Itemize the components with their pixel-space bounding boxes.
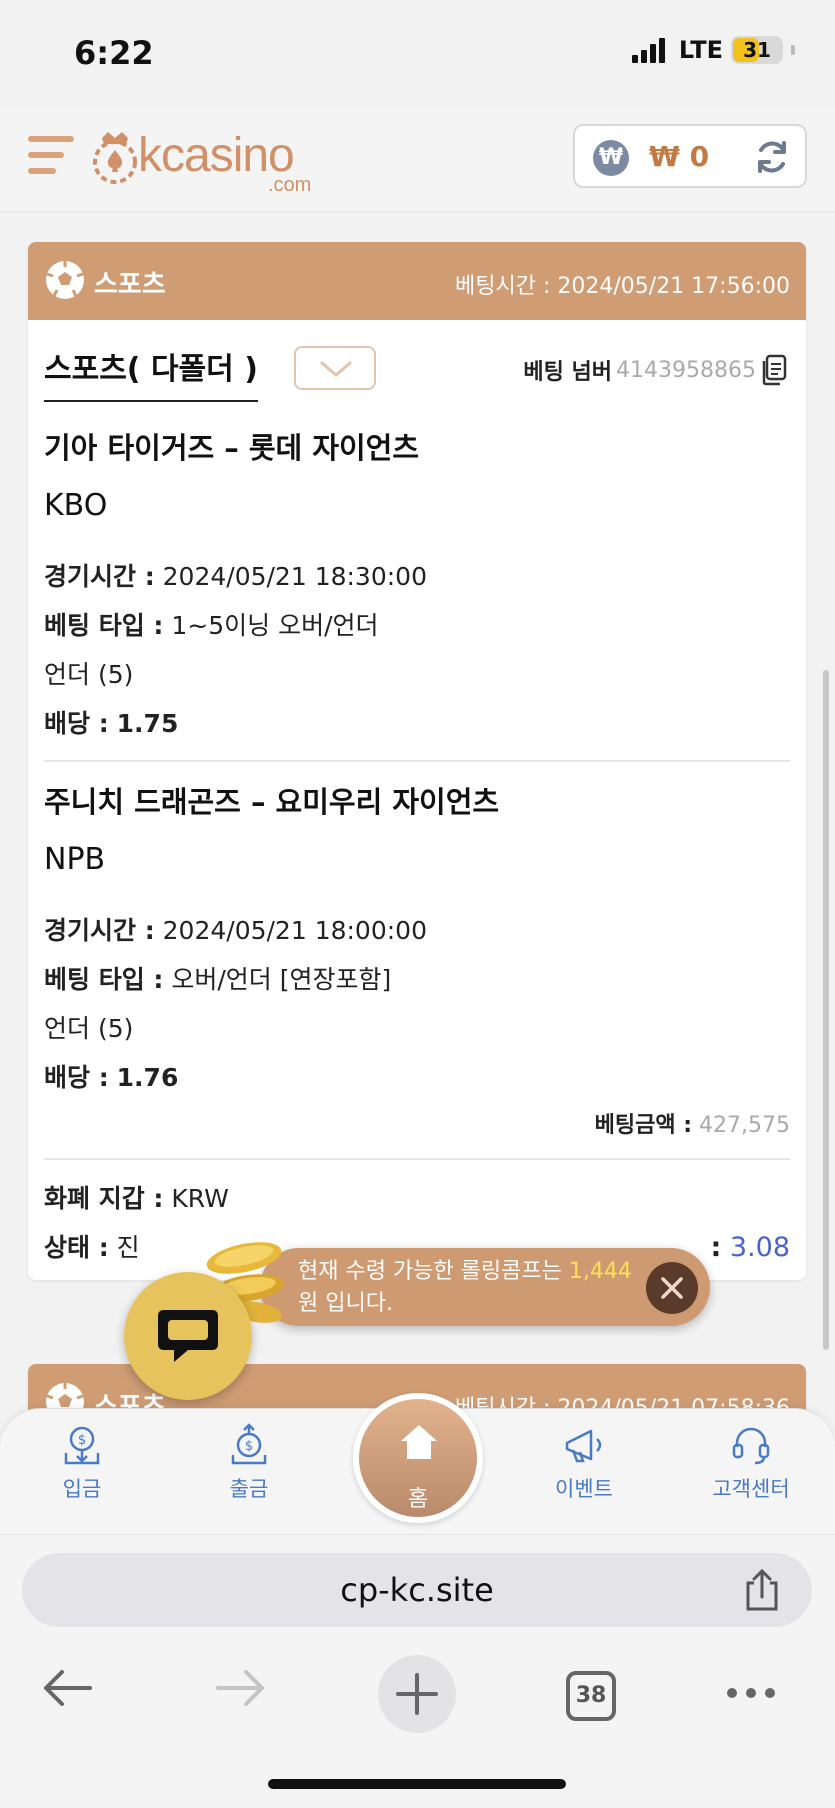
bet-time: 베팅시간 : 2024/05/21 17:56:00 [455, 274, 790, 299]
bet-type-title: 스포츠( 다폴더 ) [44, 344, 258, 402]
bet-card: 스포츠 베팅시간 : 2024/05/21 17:56:00 스포츠( 다폴더 … [28, 242, 806, 1280]
tabs-button[interactable]: 38 [566, 1671, 616, 1721]
home-icon [401, 1425, 437, 1459]
refresh-icon[interactable] [753, 138, 791, 176]
nav-deposit[interactable]: $ 입금 [22, 1423, 142, 1503]
bet-number: 베팅 넘버 4143958865 [523, 354, 788, 386]
live-chat-button[interactable] [124, 1272, 252, 1400]
svg-text:$: $ [78, 1433, 86, 1448]
nav-support[interactable]: 고객센터 [691, 1423, 811, 1503]
nav-home-label: 홈 [407, 1487, 429, 1512]
wallet-balance[interactable]: ₩ ₩ 0 [573, 124, 807, 188]
close-icon [661, 1277, 683, 1299]
browser-toolbar: 38 [0, 1645, 835, 1745]
app-header: kcasino .com ₩ ₩ 0 [0, 108, 835, 212]
logo-domain: .com [268, 174, 312, 196]
match-item: 기아 타이거즈 – 롯데 자이언츠 KBO 경기시간 : 2024/05/21 … [44, 410, 790, 762]
game-time: 경기시간 : 2024/05/21 18:00:00 [44, 916, 427, 945]
nav-withdraw-label: 출금 [229, 1477, 269, 1501]
chat-icon [158, 1310, 218, 1362]
nav-event-label: 이벤트 [555, 1477, 613, 1501]
nav-event[interactable]: 이벤트 [524, 1423, 644, 1503]
bet-pick: 언더 (5) [44, 1014, 134, 1043]
match-item: 주니치 드래곤즈 – 요미우리 자이언츠 NPB 경기시간 : 2024/05/… [44, 762, 790, 1102]
back-icon[interactable] [40, 1663, 94, 1713]
share-icon[interactable] [742, 1567, 782, 1613]
bottom-navigation: $ 입금 $ 출금 홈 이벤트 고객센터 [0, 1393, 835, 1534]
nav-home[interactable]: 홈 [353, 1381, 483, 1529]
more-icon[interactable] [724, 1685, 778, 1701]
nav-deposit-label: 입금 [62, 1477, 102, 1501]
battery-icon: 31 [731, 36, 783, 64]
rolling-comp-toast: 현재 수령 가능한 롤링콤프는 1,444 원 입니다. [260, 1248, 710, 1326]
headset-icon [732, 1427, 770, 1465]
chevron-down-icon [320, 361, 352, 377]
soccer-ball-icon [46, 261, 84, 299]
close-button[interactable] [646, 1262, 698, 1314]
currency-wallet: 화폐 지갑 : KRW [44, 1184, 229, 1213]
browser-chrome: cp-kc.site 38 [0, 1534, 835, 1808]
logo-crown-icon [93, 132, 137, 184]
plus-icon [396, 1673, 438, 1715]
expand-dropdown[interactable] [294, 346, 376, 390]
bet-kind: 베팅 타입 : 오버/언더 [연장포함] [44, 965, 392, 994]
megaphone-icon [565, 1429, 602, 1463]
deposit-icon: $ [64, 1426, 100, 1465]
status-bar: 6:22 LTE 31 [0, 0, 835, 108]
bet-kind: 베팅 타입 : 1~5이닝 오버/언더 [44, 611, 379, 640]
battery-level: 31 [743, 38, 771, 62]
withdraw-icon: $ [231, 1423, 267, 1465]
new-tab-button[interactable] [378, 1655, 456, 1733]
url-text: cp-kc.site [340, 1571, 494, 1609]
status-indicators: LTE 31 [631, 36, 795, 64]
nav-support-label: 고객센터 [712, 1477, 790, 1501]
copy-icon[interactable] [760, 354, 788, 386]
match-league: KBO [44, 488, 108, 523]
bet-history-list[interactable]: 스포츠 베팅시간 : 2024/05/21 17:56:00 스포츠( 다폴더 … [0, 212, 835, 1412]
menu-icon[interactable] [28, 136, 74, 182]
logo[interactable]: kcasino .com [92, 128, 311, 196]
logo-text: kcasino [138, 129, 295, 182]
game-time: 경기시간 : 2024/05/21 18:30:00 [44, 562, 427, 591]
home-indicator [268, 1779, 566, 1789]
network-label: LTE [678, 36, 723, 64]
total-odds: : 3.08 [710, 1232, 790, 1263]
bet-category: 스포츠 [94, 270, 166, 300]
signal-icon [631, 37, 665, 63]
forward-icon[interactable] [214, 1663, 268, 1713]
bet-card-header: 스포츠 베팅시간 : 2024/05/21 17:56:00 [28, 242, 806, 320]
match-title: 주니치 드래곤즈 – 요미우리 자이언츠 [44, 785, 500, 819]
svg-text:$: $ [245, 1439, 253, 1454]
bet-amount: 베팅금액 : 427,575 [594, 1113, 790, 1138]
odds: 배당 : 1.76 [44, 1063, 179, 1092]
scrollbar[interactable] [823, 670, 829, 1350]
toast-message: 현재 수령 가능한 롤링콤프는 1,444 원 입니다. [298, 1259, 632, 1316]
won-icon: ₩ [593, 140, 629, 176]
address-bar[interactable]: cp-kc.site [22, 1553, 812, 1627]
balance-amount: ₩ 0 [649, 140, 710, 173]
match-league: NPB [44, 842, 106, 877]
match-title: 기아 타이거즈 – 롯데 자이언츠 [44, 431, 420, 465]
bet-pick: 언더 (5) [44, 660, 134, 689]
odds: 배당 : 1.75 [44, 709, 179, 738]
status-time: 6:22 [74, 34, 154, 72]
nav-withdraw[interactable]: $ 출금 [189, 1423, 309, 1503]
